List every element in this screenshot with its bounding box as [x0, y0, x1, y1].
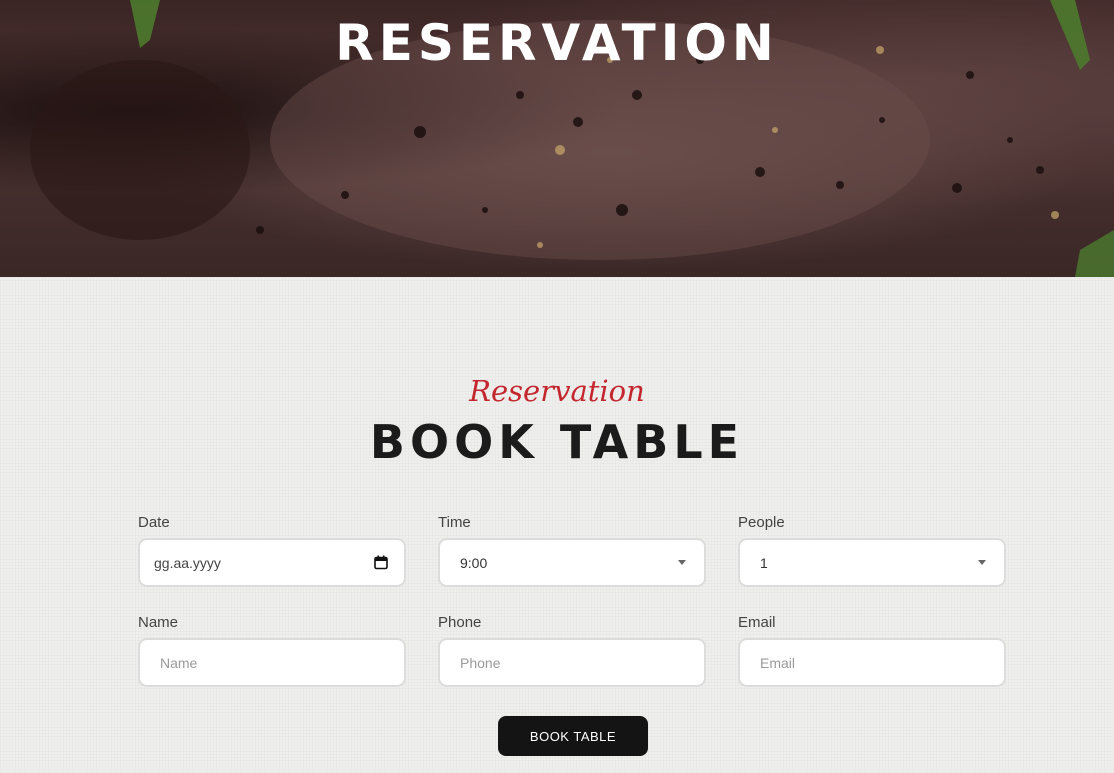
date-input[interactable]: gg.aa.yyyy — [138, 538, 406, 587]
phone-label: Phone — [438, 614, 482, 631]
hero-banner: RESERVATION — [0, 0, 1114, 277]
phone-field: Phone Phone — [438, 614, 706, 687]
section-title: BOOK TABLE — [369, 415, 745, 469]
time-label: Time — [438, 514, 471, 531]
email-label: Email — [738, 614, 776, 631]
name-placeholder: Name — [160, 654, 198, 671]
time-select[interactable]: 9:00 — [438, 538, 706, 587]
calendar-icon[interactable] — [374, 555, 388, 573]
time-field: Time 9:00 — [438, 514, 706, 587]
date-placeholder: gg.aa.yyyy — [154, 554, 221, 571]
email-input[interactable]: Email — [738, 638, 1006, 687]
people-field: People 1 — [738, 514, 1006, 587]
name-label: Name — [138, 614, 179, 631]
chevron-down-icon — [978, 560, 986, 565]
date-label: Date — [138, 514, 170, 531]
email-field: Email Email — [738, 614, 1006, 687]
book-table-button[interactable]: BOOK TABLE — [498, 716, 648, 756]
date-field: Date gg.aa.yyyy — [138, 514, 406, 587]
people-label: People — [738, 514, 785, 531]
email-placeholder: Email — [760, 654, 796, 671]
people-select[interactable]: 1 — [738, 538, 1006, 587]
time-value: 9:00 — [460, 554, 488, 571]
section-subtitle: Reservation — [469, 374, 645, 408]
name-field: Name Name — [138, 614, 406, 687]
name-input[interactable]: Name — [138, 638, 406, 687]
phone-input[interactable]: Phone — [438, 638, 706, 687]
hero-title: RESERVATION — [335, 14, 779, 72]
people-value: 1 — [760, 554, 768, 571]
reservation-section: Reservation BOOK TABLE Date gg.aa.yyyy T… — [0, 277, 1114, 773]
chevron-down-icon — [678, 560, 686, 565]
phone-placeholder: Phone — [460, 654, 501, 671]
